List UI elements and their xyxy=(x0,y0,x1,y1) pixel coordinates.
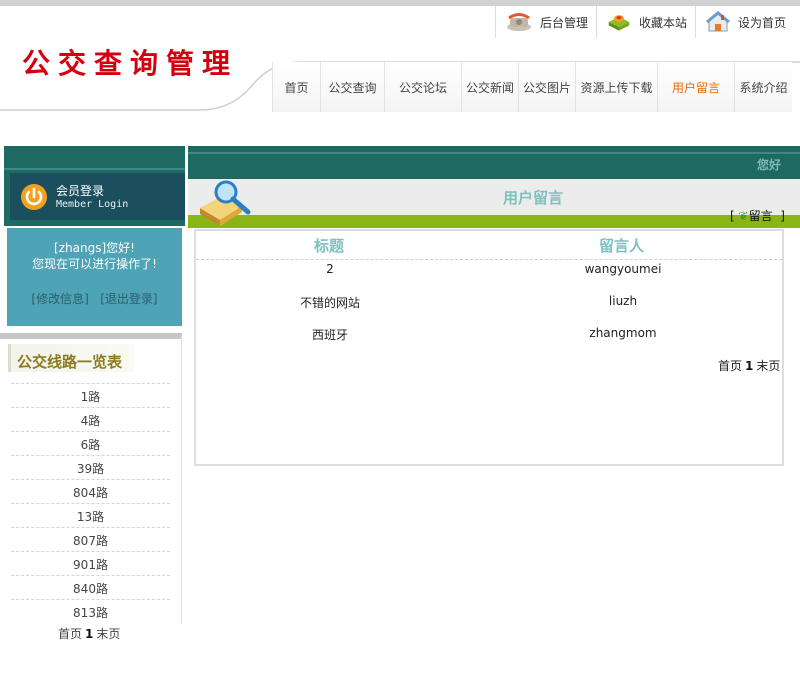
post-message-label: 留言 xyxy=(748,209,773,223)
route-list: 1路 4路 6路 39路 804路 13路 807路 901路 840路 813… xyxy=(11,383,170,623)
route-item[interactable]: 13路 xyxy=(11,503,170,527)
admin-link-label: 后台管理 xyxy=(539,15,588,30)
message-author: zhangmom xyxy=(589,326,657,340)
admin-link[interactable]: 后台管理 xyxy=(495,6,596,38)
main-pager: 首页 1 末页 xyxy=(718,357,780,374)
member-login-header: 会员登录 Member Login xyxy=(10,173,185,220)
greeting-line1: [zhangs]您好! xyxy=(54,241,135,255)
post-message-link[interactable]: [ ❦留言 ] xyxy=(730,207,785,224)
hello-text: 您好 xyxy=(757,158,782,172)
homepage-link-label: 设为首页 xyxy=(738,15,787,30)
site-title: 公交查询管理 xyxy=(22,47,239,80)
message-title[interactable]: 西班牙 xyxy=(312,326,348,343)
main-pager-last[interactable]: 末页 xyxy=(756,359,780,373)
power-icon xyxy=(21,183,47,210)
route-item[interactable]: 6路 xyxy=(11,431,170,455)
message-author: wangyoumei xyxy=(584,262,662,276)
login-title: 会员登录 xyxy=(56,183,105,198)
message-panel xyxy=(194,229,784,466)
route-item[interactable]: 4路 xyxy=(11,407,170,431)
message-title[interactable]: 2 xyxy=(326,262,334,276)
message-author: liuzh xyxy=(608,294,638,308)
message-section-header xyxy=(188,179,800,215)
top-links: 后台管理 收藏本站 设为首页 xyxy=(495,6,800,38)
homepage-link[interactable]: 设为首页 xyxy=(695,6,800,38)
greeting-line2: 您现在可以进行操作了! xyxy=(32,257,157,271)
nav-bus-photos[interactable]: 公交图片 xyxy=(518,62,575,112)
message-section-bar xyxy=(188,215,800,228)
page: 后台管理 收藏本站 设为首页 公交查询管理 首页 公交查询 公交论坛 公交新闻 … xyxy=(0,0,800,673)
phone-icon xyxy=(506,13,531,31)
routes-title: 公交线路一览表 xyxy=(17,353,123,371)
leaf-icon: ❦ xyxy=(738,209,749,223)
nav-system-intro[interactable]: 系统介绍 xyxy=(734,62,792,112)
column-header-title: 标题 xyxy=(314,237,345,255)
login-subtitle: Member Login xyxy=(56,198,129,210)
nav-home[interactable]: 首页 xyxy=(272,62,320,112)
sidebar-header-line xyxy=(4,168,185,170)
edit-info-link[interactable]: [修改信息] xyxy=(31,292,88,306)
header-rule xyxy=(196,259,782,260)
sidebar-pager-last[interactable]: 末页 xyxy=(96,627,120,641)
bookmark-link-label: 收藏本站 xyxy=(638,15,687,30)
message-title[interactable]: 不错的网站 xyxy=(300,294,360,311)
section-title: 用户留言 xyxy=(503,189,564,207)
sidebar-pager: 首页 1 末页 xyxy=(58,625,120,642)
route-item[interactable]: 39路 xyxy=(11,455,170,479)
main-nav: 首页 公交查询 公交论坛 公交新闻 公交图片 资源上传下载 用户留言 系统介绍 xyxy=(272,62,792,112)
logout-link[interactable]: [退出登录] xyxy=(100,292,157,306)
favorite-box-icon xyxy=(608,15,630,31)
column-header-author: 留言人 xyxy=(599,237,645,255)
route-item[interactable]: 804路 xyxy=(11,479,170,503)
nav-bus-query[interactable]: 公交查询 xyxy=(320,62,384,112)
magnifier-book-icon xyxy=(200,180,251,226)
main-pager-first[interactable]: 首页 xyxy=(718,359,742,373)
nav-bus-forum[interactable]: 公交论坛 xyxy=(384,62,461,112)
nav-bus-news[interactable]: 公交新闻 xyxy=(461,62,518,112)
sidebar-divider xyxy=(181,336,182,624)
nav-user-messages[interactable]: 用户留言 xyxy=(657,62,734,112)
sidebar-pager-current: 1 xyxy=(85,627,94,641)
route-item[interactable]: 1路 xyxy=(11,383,170,407)
user-info-box: [zhangs]您好! 您现在可以进行操作了! [修改信息] [退出登录] xyxy=(7,228,182,326)
route-item[interactable]: 807路 xyxy=(11,527,170,551)
nav-resource-upload[interactable]: 资源上传下载 xyxy=(575,62,657,112)
main-header-bar xyxy=(188,146,800,179)
sidebar-separator xyxy=(0,333,182,339)
main-header-line xyxy=(188,152,800,154)
house-icon xyxy=(706,11,730,32)
sidebar-pager-first[interactable]: 首页 xyxy=(58,627,82,641)
route-item[interactable]: 901路 xyxy=(11,551,170,575)
route-item[interactable]: 813路 xyxy=(11,599,170,623)
bookmark-link[interactable]: 收藏本站 xyxy=(596,6,695,38)
route-item[interactable]: 840路 xyxy=(11,575,170,599)
main-pager-current: 1 xyxy=(745,359,754,373)
logo-area: 公交查询管理 xyxy=(0,38,290,110)
